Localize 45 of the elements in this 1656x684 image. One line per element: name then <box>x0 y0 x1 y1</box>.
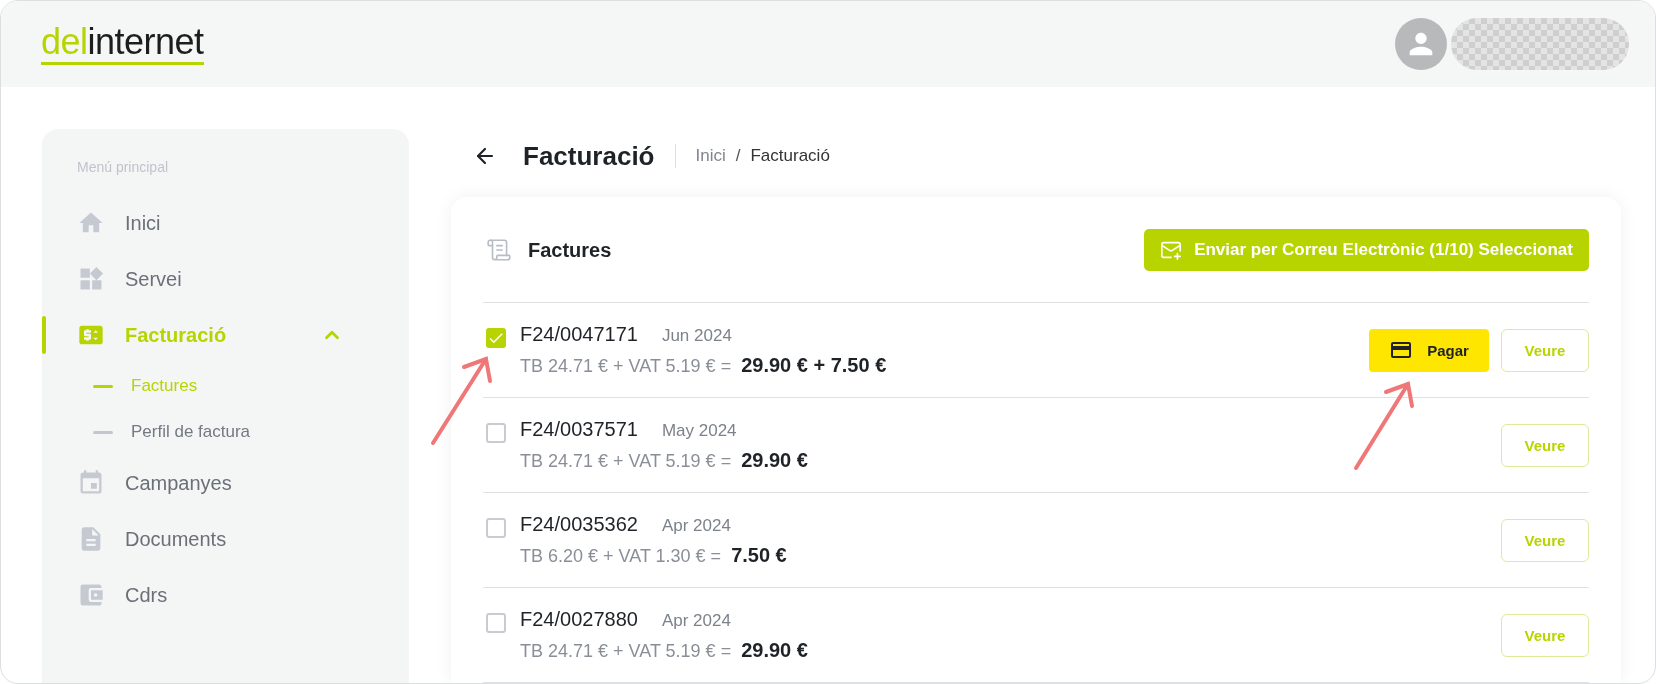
invoice-total: 29.90 € <box>741 639 808 662</box>
sidebar-subitem-label: Factures <box>131 376 198 396</box>
sidebar-item[interactable]: Cdrs <box>42 567 409 623</box>
page-title: Facturació <box>523 140 655 172</box>
invoice-total: 7.50 € <box>731 544 787 567</box>
sidebar-subitem-label: Perfil de factura <box>131 422 251 442</box>
sidebar-item[interactable]: Campanyes <box>42 455 409 511</box>
sidebar-item-label: Cdrs <box>125 583 168 607</box>
checkbox[interactable] <box>486 518 506 538</box>
mail-plus-icon <box>1160 239 1183 261</box>
sidebar-item[interactable]: Inici <box>42 195 409 251</box>
breadcrumb-link[interactable]: Facturació <box>750 146 830 166</box>
sidebar-item[interactable]: Documents <box>42 511 409 567</box>
checkbox[interactable] <box>486 328 506 348</box>
sidebar-item-label: Facturació <box>125 323 227 347</box>
sidebar-item-label: Documents <box>125 527 227 551</box>
invoice-date: May 2024 <box>661 421 737 441</box>
amount-breakdown: TB 24.71 € + VAT 5.19 € = <box>520 356 732 377</box>
breadcrumb-link[interactable]: Inici <box>695 146 726 166</box>
invoice-number: F24/0037571 <box>520 418 638 441</box>
avatar-icon[interactable] <box>1395 18 1447 70</box>
amount-breakdown: TB 24.71 € + VAT 5.19 € = <box>520 451 732 472</box>
logo[interactable]: delinternet <box>41 23 204 65</box>
checkbox[interactable] <box>486 613 506 633</box>
invoice-date: Apr 2024 <box>661 516 731 536</box>
pay-button[interactable]: Pagar <box>1369 328 1489 372</box>
sidebar-subitem[interactable]: Perfil de factura <box>42 409 409 455</box>
sidebar-item-label: Servei <box>125 267 182 291</box>
invoice-total: 29.90 € + 7.50 € <box>741 354 887 377</box>
card-title: Factures <box>528 238 612 262</box>
sidebar-item-label: Inici <box>125 211 161 235</box>
checkbox[interactable] <box>486 423 506 443</box>
active-indicator <box>42 316 46 354</box>
invoice-number: F24/0047171 <box>520 323 638 346</box>
breadcrumb-separator: / <box>735 146 741 166</box>
invoice-number: F24/0035362 <box>520 513 638 536</box>
invoice-date: Apr 2024 <box>661 611 731 631</box>
receipt-icon <box>486 237 512 263</box>
invoice-total: 29.90 € <box>741 449 808 472</box>
sidebar-item-label: Campanyes <box>125 471 232 495</box>
invoice-date: Jun 2024 <box>661 326 732 346</box>
invoice-number: F24/0027880 <box>520 608 638 631</box>
amount-breakdown: TB 24.71 € + VAT 5.19 € = <box>520 641 732 662</box>
amount-breakdown: TB 6.20 € + VAT 1.30 € = <box>520 546 722 567</box>
sidebar-item[interactable]: Servei <box>42 251 409 307</box>
